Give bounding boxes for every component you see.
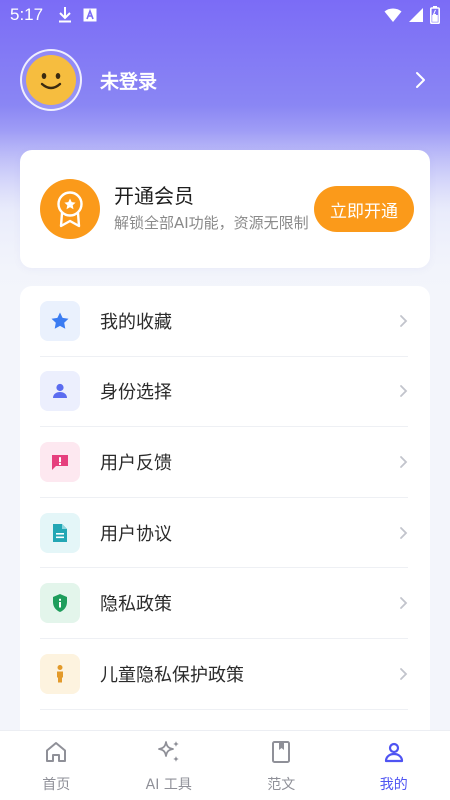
menu-item-user-agreement[interactable]: 用户协议 — [40, 498, 408, 569]
child-icon — [40, 653, 80, 694]
menu-item-label: 儿童隐私保护政策 — [100, 664, 244, 686]
chevron-right-icon[interactable] — [415, 71, 427, 89]
menu-item-identity[interactable]: 身份选择 — [40, 357, 408, 428]
login-status[interactable]: 未登录 — [100, 67, 157, 94]
home-icon — [44, 738, 68, 766]
user-icon — [382, 738, 406, 766]
download-icon — [57, 6, 73, 24]
avatar[interactable] — [20, 49, 82, 111]
menu-item-child-privacy[interactable]: 儿童隐私保护政策 — [40, 639, 408, 710]
nav-item-mine[interactable]: 我的 — [338, 731, 450, 800]
menu-item-label: 用户协议 — [100, 523, 172, 545]
menu-item-label: 用户反馈 — [100, 452, 172, 474]
nav-label: 我的 — [379, 776, 408, 793]
a-badge-icon — [83, 8, 97, 22]
vip-title: 开通会员 — [114, 184, 194, 208]
chevron-right-icon — [399, 667, 408, 681]
nav-item-essays[interactable]: 范文 — [225, 731, 338, 800]
bottom-nav: 首页 AI 工具 范文 我的 — [0, 730, 450, 800]
nav-item-home[interactable]: 首页 — [0, 731, 113, 800]
battery-icon — [430, 6, 440, 24]
sparkle-icon — [156, 738, 182, 766]
chevron-right-icon — [399, 314, 408, 328]
bookmark-book-icon — [270, 738, 292, 766]
status-time: 5:17 — [10, 5, 44, 24]
menu-card: 我的收藏 身份选择 用户反馈 用户协议 隐私政策 儿童隐私保护政策 — [20, 286, 430, 746]
profile-row[interactable]: 未登录 — [20, 49, 435, 111]
vip-description: 解锁全部AI功能，资源无限制 — [114, 214, 309, 232]
menu-item-feedback[interactable]: 用户反馈 — [40, 427, 408, 498]
star-icon — [40, 300, 80, 341]
menu-item-label: 身份选择 — [100, 382, 172, 404]
chevron-right-icon — [399, 384, 408, 398]
chevron-right-icon — [399, 596, 408, 610]
document-icon — [40, 512, 80, 553]
chevron-right-icon — [399, 526, 408, 540]
status-bar: 5:17 — [0, 0, 450, 30]
signal-icon — [408, 7, 424, 23]
menu-item-privacy-policy[interactable]: 隐私政策 — [40, 568, 408, 639]
nav-item-ai-tools[interactable]: AI 工具 — [113, 731, 226, 800]
vip-card: 开通会员 解锁全部AI功能，资源无限制 立即开通 — [20, 150, 430, 268]
chevron-right-icon — [399, 455, 408, 469]
smiley-face-icon — [26, 55, 76, 105]
menu-item-label: 我的收藏 — [100, 311, 172, 333]
wifi-icon — [384, 7, 402, 23]
medal-icon — [40, 179, 100, 239]
nav-label: 范文 — [267, 776, 296, 793]
shield-icon — [40, 583, 80, 624]
feedback-icon — [40, 441, 80, 482]
activate-vip-button[interactable]: 立即开通 — [314, 186, 414, 232]
nav-label: AI 工具 — [145, 776, 192, 793]
menu-item-favorites[interactable]: 我的收藏 — [40, 286, 408, 357]
nav-label: 首页 — [42, 776, 71, 793]
person-icon — [40, 371, 80, 412]
menu-item-label: 隐私政策 — [100, 594, 172, 616]
